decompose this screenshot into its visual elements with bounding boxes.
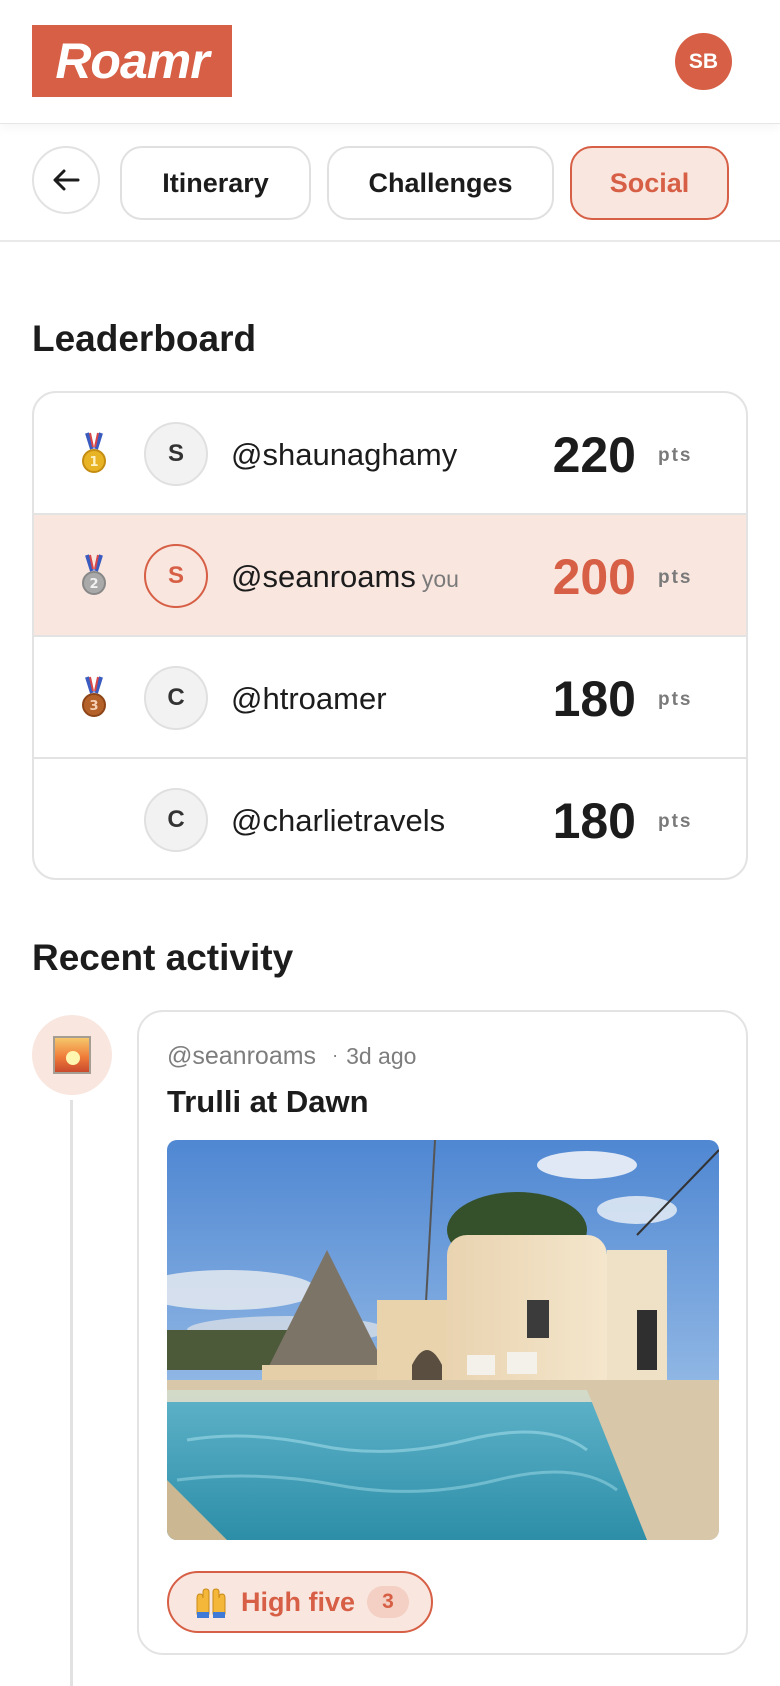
raised-hands-icon bbox=[196, 1588, 226, 1618]
leaderboard-row[interactable]: 3 C @htroamer 180 pts bbox=[34, 637, 746, 759]
handle-text: @shaunaghamy bbox=[231, 437, 458, 472]
row-handle: @seanroams you bbox=[231, 559, 459, 595]
row-points-unit: pts bbox=[658, 811, 693, 832]
high-five-count: 3 bbox=[367, 1586, 410, 1618]
svg-text:2: 2 bbox=[89, 577, 98, 592]
avatar: S bbox=[144, 422, 208, 486]
handle-text: @htroamer bbox=[231, 681, 387, 716]
separator-dot: · bbox=[332, 1045, 339, 1065]
user-avatar[interactable]: SB bbox=[675, 33, 732, 90]
high-five-label: High five bbox=[241, 1586, 356, 1617]
row-points-unit: pts bbox=[658, 567, 693, 588]
avatar: C bbox=[144, 666, 208, 730]
row-handle: @charlietravels bbox=[231, 803, 445, 839]
activity-user[interactable]: @seanroams bbox=[167, 1042, 316, 1070]
row-points-unit: pts bbox=[658, 689, 693, 710]
silver-medal-icon: 2 bbox=[82, 554, 106, 595]
handle-text: @charlietravels bbox=[231, 803, 446, 838]
row-handle: @htroamer bbox=[231, 681, 387, 717]
gold-medal-icon: 1 bbox=[82, 432, 106, 473]
row-score: 200 bbox=[552, 549, 636, 605]
row-score: 220 bbox=[552, 427, 636, 483]
leaderboard-row[interactable]: 1 S @shaunaghamy 220 pts bbox=[34, 393, 746, 515]
trip-nav: Itinerary Challenges Social bbox=[0, 124, 780, 242]
tab-social[interactable]: Social bbox=[570, 146, 729, 220]
back-button[interactable] bbox=[32, 146, 100, 214]
row-score: 180 bbox=[552, 793, 636, 849]
row-handle: @shaunaghamy bbox=[231, 437, 457, 473]
roamr-logo[interactable]: Roamr bbox=[32, 25, 232, 97]
avatar: S bbox=[144, 544, 208, 608]
bronze-medal-icon: 3 bbox=[82, 676, 106, 717]
timeline-marker bbox=[32, 1015, 112, 1095]
leaderboard-card: 1 S @shaunaghamy 220 pts 2 S @seanroams y… bbox=[32, 391, 748, 880]
sunrise-photo-icon bbox=[53, 1036, 91, 1074]
activity-time: 3d ago bbox=[346, 1043, 417, 1069]
tab-itinerary[interactable]: Itinerary bbox=[120, 146, 311, 220]
svg-text:3: 3 bbox=[89, 699, 98, 714]
leaderboard-row[interactable]: C @charlietravels 180 pts bbox=[34, 759, 746, 878]
high-five-button[interactable]: High five 3 bbox=[167, 1571, 433, 1633]
activity-meta: @seanroams · 3d ago bbox=[167, 1042, 416, 1071]
handle-text: @seanroams bbox=[231, 559, 416, 594]
avatar: C bbox=[144, 788, 208, 852]
timeline-line bbox=[70, 1100, 73, 1686]
svg-text:1: 1 bbox=[89, 455, 98, 470]
activity-title: Trulli at Dawn bbox=[167, 1084, 369, 1119]
row-score: 180 bbox=[552, 671, 636, 727]
trulli-pool-photo[interactable] bbox=[167, 1140, 719, 1540]
arrow-left-icon bbox=[53, 169, 80, 191]
you-tag: you bbox=[421, 566, 459, 592]
leaderboard-title: Leaderboard bbox=[32, 318, 257, 359]
recent-activity-title: Recent activity bbox=[32, 937, 294, 978]
activity-card[interactable]: @seanroams · 3d ago Trulli at Dawn High … bbox=[137, 1010, 748, 1655]
app-header: Roamr SB bbox=[0, 0, 780, 124]
leaderboard-row-current-user[interactable]: 2 S @seanroams you 200 pts bbox=[34, 515, 746, 637]
row-points-unit: pts bbox=[658, 445, 693, 466]
tab-challenges[interactable]: Challenges bbox=[327, 146, 554, 220]
